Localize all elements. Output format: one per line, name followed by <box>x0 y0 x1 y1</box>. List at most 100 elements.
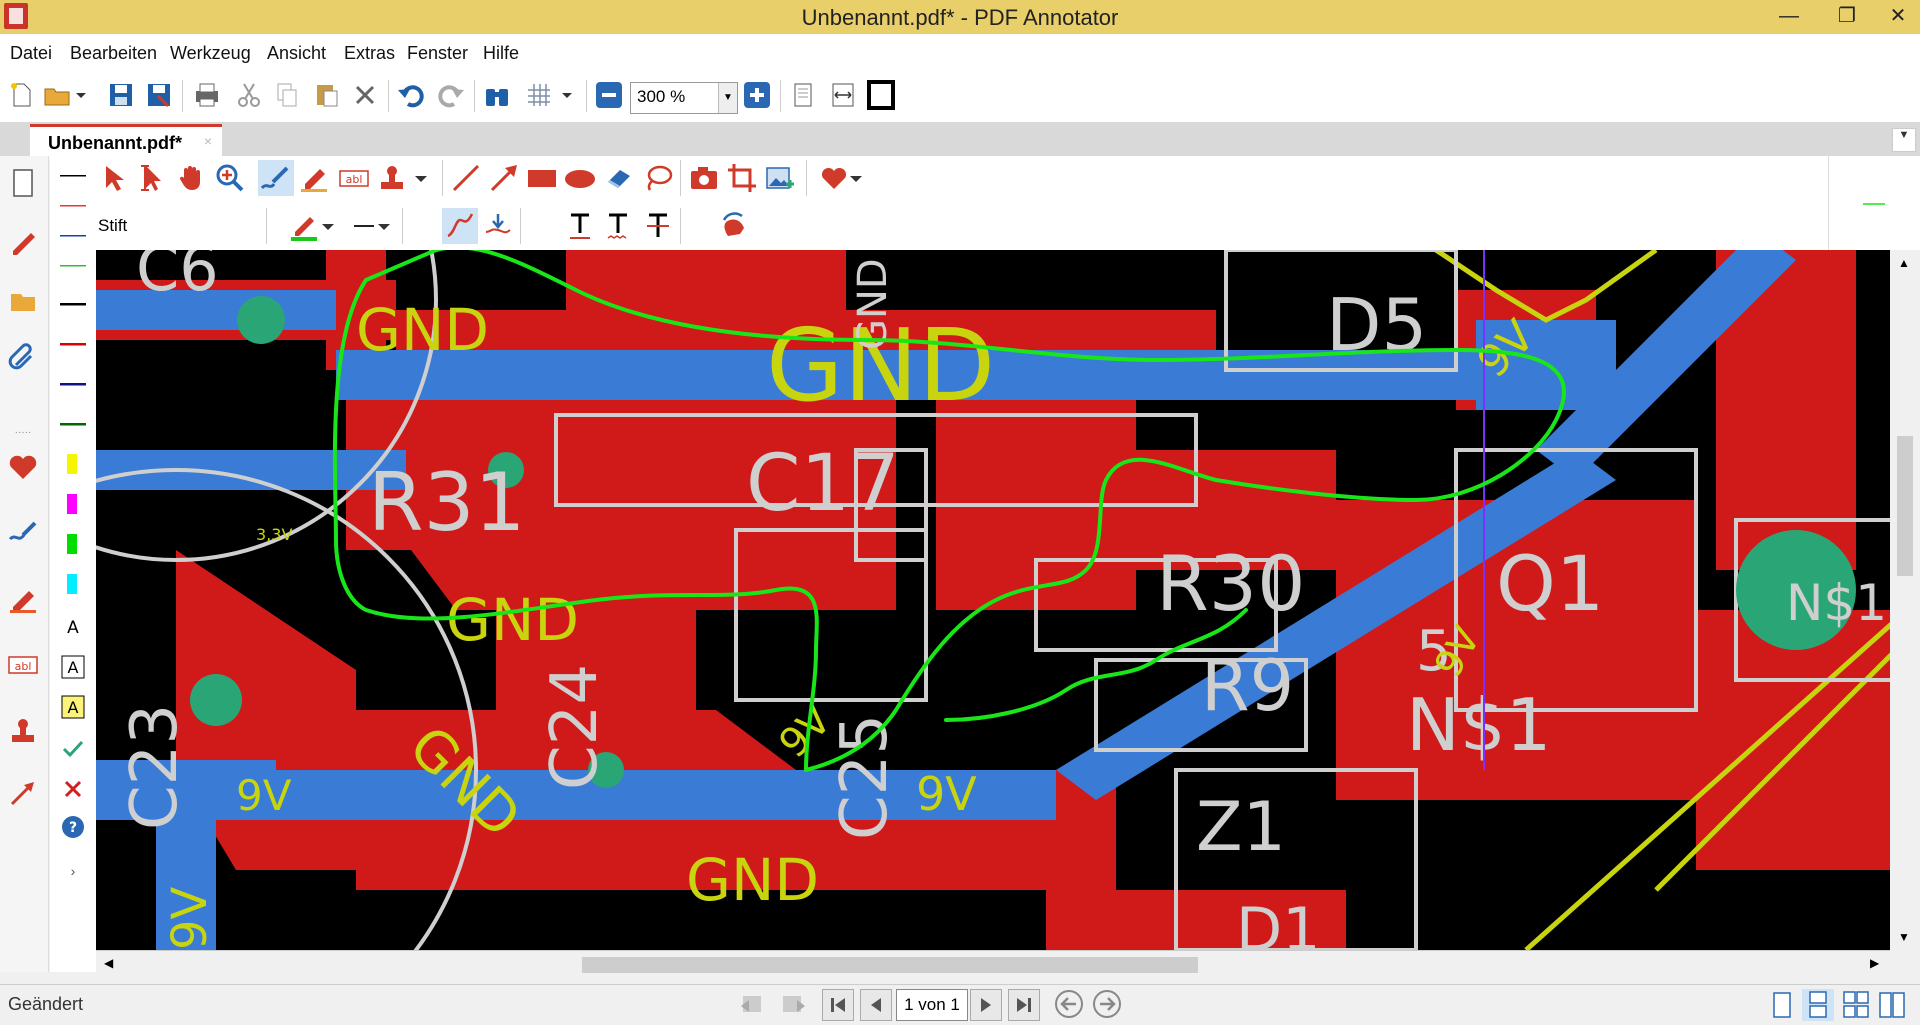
next-page-button[interactable] <box>970 989 1002 1021</box>
scroll-left-icon[interactable]: ◀ <box>104 956 113 970</box>
favorites-heart-icon[interactable] <box>816 160 852 196</box>
highlighter-tool-icon[interactable] <box>4 580 42 618</box>
scroll-up-icon[interactable]: ▲ <box>1898 256 1910 270</box>
previous-page-button[interactable] <box>860 989 892 1021</box>
horizontal-scroll-thumb[interactable] <box>582 957 1198 973</box>
hand-pan-icon[interactable] <box>174 160 210 196</box>
smooth-stroke-icon[interactable] <box>442 208 478 244</box>
text-select-icon[interactable] <box>134 160 170 196</box>
text-tool-icon[interactable]: abl <box>4 646 42 684</box>
paste-icon[interactable] <box>310 78 344 112</box>
tab-list-dropdown-icon[interactable]: ▼ <box>1892 128 1916 152</box>
ellipse-tool-icon[interactable] <box>562 160 598 196</box>
save-icon[interactable] <box>104 78 138 112</box>
cross-stamp-icon[interactable] <box>56 774 90 804</box>
tab-close-icon[interactable]: × <box>204 133 212 149</box>
continuous-view-icon[interactable] <box>1802 989 1834 1021</box>
select-arrow-icon[interactable] <box>96 160 132 196</box>
preset-text-highlight-icon[interactable]: A <box>56 692 90 722</box>
favorites-heart-icon[interactable] <box>4 448 42 486</box>
insert-image-icon[interactable] <box>762 160 798 196</box>
open-folder-icon[interactable] <box>40 78 74 112</box>
line-tool-icon[interactable] <box>448 160 484 196</box>
save-as-icon[interactable] <box>142 78 176 112</box>
attachments-icon[interactable] <box>4 338 42 376</box>
history-back-icon[interactable] <box>738 989 768 1019</box>
maximize-button[interactable]: ❐ <box>1818 0 1876 34</box>
last-page-button[interactable] <box>1008 989 1040 1021</box>
text-squiggly-icon[interactable] <box>600 208 636 244</box>
fit-page-icon[interactable] <box>786 78 820 112</box>
menu-extras[interactable]: Extras <box>344 43 395 64</box>
pen-tool-selected-icon[interactable] <box>258 160 294 196</box>
document-tab[interactable]: Unbenannt.pdf* × <box>30 124 222 159</box>
horizontal-scrollbar[interactable]: ◀ ▶ <box>96 950 1890 979</box>
open-dropdown-icon[interactable] <box>72 78 90 112</box>
zoom-magnifier-icon[interactable] <box>212 160 248 196</box>
pen-color-icon[interactable] <box>286 208 322 244</box>
single-page-view-icon[interactable] <box>1766 989 1798 1021</box>
stamp-dropdown-icon[interactable] <box>412 160 430 196</box>
preset-more-chevron-icon[interactable]: › <box>56 856 90 886</box>
stamp-tool-icon[interactable] <box>4 712 42 750</box>
preset-black-thin[interactable] <box>56 162 90 192</box>
menu-ansicht[interactable]: Ansicht <box>267 43 326 64</box>
preset-blue-thin[interactable] <box>56 222 90 252</box>
preset-green-thin[interactable] <box>56 252 90 282</box>
navigate-forward-icon[interactable] <box>1092 989 1122 1019</box>
arrow-tool-icon[interactable] <box>4 774 42 812</box>
favorites-dropdown-icon[interactable] <box>848 160 864 196</box>
preset-red-thin[interactable] <box>56 192 90 222</box>
redo-icon[interactable] <box>434 78 468 112</box>
fullscreen-icon[interactable] <box>864 78 898 112</box>
pressure-stroke-icon[interactable] <box>480 208 516 244</box>
arrow-line-tool-icon[interactable] <box>486 160 522 196</box>
question-stamp-icon[interactable]: ? <box>56 812 90 842</box>
touch-gesture-icon[interactable] <box>716 208 752 244</box>
pen-tool-icon[interactable] <box>4 512 42 550</box>
bookmarks-icon[interactable] <box>4 282 42 320</box>
checkmark-stamp-icon[interactable] <box>56 734 90 764</box>
new-document-icon[interactable] <box>4 78 38 112</box>
first-page-button[interactable] <box>822 989 854 1021</box>
crop-tool-icon[interactable] <box>724 160 760 196</box>
menu-datei[interactable]: Datei <box>10 43 52 64</box>
copy-icon[interactable] <box>270 78 304 112</box>
minimize-button[interactable]: — <box>1760 0 1818 34</box>
stamp-icon[interactable] <box>374 160 410 196</box>
navigate-back-icon[interactable] <box>1054 989 1084 1019</box>
preset-green-medium[interactable] <box>56 410 90 440</box>
history-forward-icon[interactable] <box>778 989 808 1019</box>
highlighter-icon[interactable] <box>296 160 332 196</box>
eraser-tool-icon[interactable] <box>602 160 638 196</box>
scroll-right-icon[interactable]: ▶ <box>1870 956 1879 970</box>
preset-green-highlighter[interactable] <box>56 530 90 560</box>
preset-cyan-highlighter[interactable] <box>56 570 90 600</box>
text-strikeout-icon[interactable] <box>640 208 676 244</box>
zoom-in-button[interactable] <box>740 78 774 112</box>
menu-hilfe[interactable]: Hilfe <box>483 43 519 64</box>
preset-black-medium[interactable] <box>56 290 90 320</box>
camera-snapshot-icon[interactable] <box>686 160 722 196</box>
close-button[interactable]: ✕ <box>1876 0 1920 34</box>
preset-magenta-highlighter[interactable] <box>56 490 90 520</box>
preset-text-plain-icon[interactable]: A <box>56 612 90 642</box>
menu-bearbeiten[interactable]: Bearbeiten <box>70 43 157 64</box>
scroll-down-icon[interactable]: ▼ <box>1898 930 1910 944</box>
two-page-view-icon[interactable] <box>1876 989 1908 1021</box>
grid-dropdown-icon[interactable] <box>558 78 576 112</box>
menu-werkzeug[interactable]: Werkzeug <box>170 43 251 64</box>
cut-icon[interactable] <box>232 78 266 112</box>
preset-blue-medium[interactable] <box>56 370 90 400</box>
document-view[interactable]: C6 GND GND D5 R31 C17 GND R30 Q1 R9 N$1 … <box>96 250 1890 950</box>
preset-red-medium[interactable] <box>56 330 90 360</box>
lasso-tool-icon[interactable] <box>640 160 676 196</box>
page-thumbnail-icon[interactable] <box>4 164 42 202</box>
textbox-icon[interactable]: abl <box>336 160 372 196</box>
two-page-continuous-view-icon[interactable] <box>1840 989 1872 1021</box>
line-width-dropdown-icon[interactable] <box>376 208 392 244</box>
preset-text-boxed-icon[interactable]: A <box>56 652 90 682</box>
zoom-dropdown-icon[interactable]: ▼ <box>718 83 737 113</box>
fit-width-icon[interactable] <box>826 78 860 112</box>
zoom-level-select[interactable]: 300 % ▼ <box>630 82 738 114</box>
